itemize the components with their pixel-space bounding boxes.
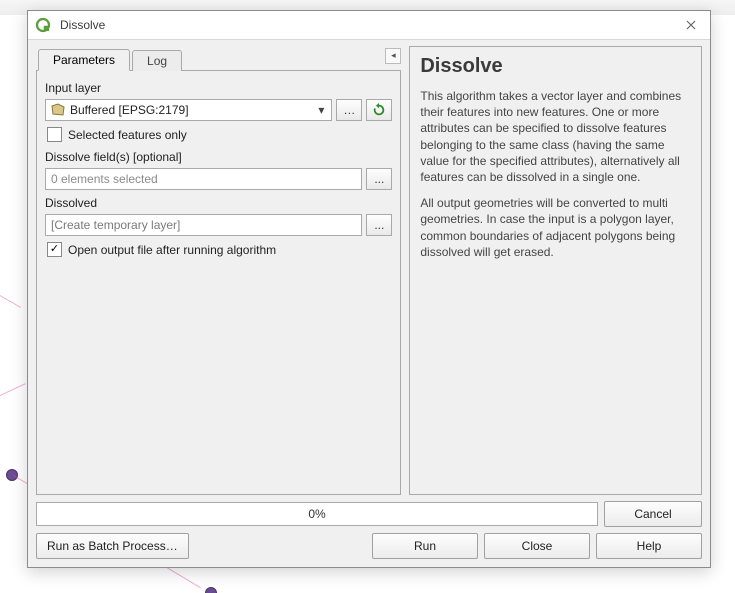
run-button[interactable]: Run: [372, 533, 478, 559]
window-title: Dissolve: [60, 18, 678, 32]
selected-features-only-row[interactable]: Selected features only: [45, 125, 392, 144]
input-layer-combo[interactable]: Buffered [EPSG:2179] ▾: [45, 99, 332, 121]
selected-features-only-label: Selected features only: [68, 128, 187, 142]
bg-line: [0, 383, 26, 396]
dissolve-fields-browse-button[interactable]: ...: [366, 168, 392, 190]
tab-log[interactable]: Log: [132, 50, 182, 71]
open-output-label: Open output file after running algorithm: [68, 243, 276, 257]
open-output-checkbox[interactable]: [47, 242, 62, 257]
left-panel: Parameters Log ◂ Input layer B: [36, 46, 401, 495]
dissolve-fields-label: Dissolve field(s) [optional]: [45, 150, 392, 164]
qgis-icon: [34, 16, 52, 34]
help-paragraph-2: All output geometries will be converted …: [420, 195, 691, 260]
input-layer-label: Input layer: [45, 81, 392, 95]
chevron-down-icon: ▾: [313, 103, 329, 117]
titlebar: Dissolve: [28, 11, 710, 40]
close-icon[interactable]: [678, 15, 704, 35]
open-output-row[interactable]: Open output file after running algorithm: [45, 240, 392, 259]
tab-strip: Parameters Log ◂: [36, 46, 401, 70]
progress-row: 0% Cancel: [36, 501, 702, 527]
dissolve-fields-text: 0 elements selected: [51, 172, 158, 186]
help-button[interactable]: Help: [596, 533, 702, 559]
polygon-layer-icon: [50, 103, 66, 117]
dissolve-dialog: Dissolve Parameters Log ◂ Input layer: [27, 10, 711, 568]
help-panel: Dissolve This algorithm takes a vector l…: [409, 46, 702, 495]
tab-parameters[interactable]: Parameters: [38, 49, 130, 71]
bg-point: [205, 587, 217, 593]
iterate-button[interactable]: [366, 99, 392, 121]
input-layer-options-button[interactable]: …: [336, 99, 362, 121]
dissolved-output-text: [Create temporary layer]: [51, 218, 180, 232]
parameters-body: Input layer Buffered [EPSG:2179] ▾ …: [36, 70, 401, 495]
help-paragraph-1: This algorithm takes a vector layer and …: [420, 88, 691, 185]
button-row: Run as Batch Process… Run Close Help: [36, 533, 702, 559]
dissolved-output-browse-button[interactable]: ...: [366, 214, 392, 236]
input-layer-value: Buffered [EPSG:2179]: [70, 103, 313, 117]
split-pane: Parameters Log ◂ Input layer B: [36, 46, 702, 495]
progress-bar: 0%: [36, 502, 598, 526]
selected-features-only-checkbox[interactable]: [47, 127, 62, 142]
collapse-help-icon[interactable]: ◂: [385, 48, 401, 64]
dissolve-fields-value[interactable]: 0 elements selected: [45, 168, 362, 190]
dialog-content: Parameters Log ◂ Input layer B: [28, 40, 710, 567]
dissolved-output-field[interactable]: [Create temporary layer]: [45, 214, 362, 236]
progress-text: 0%: [308, 507, 325, 521]
cancel-button[interactable]: Cancel: [604, 501, 702, 527]
help-title: Dissolve: [420, 55, 691, 78]
dissolved-output-label: Dissolved: [45, 196, 392, 210]
bg-line: [0, 295, 21, 308]
close-button[interactable]: Close: [484, 533, 590, 559]
run-as-batch-button[interactable]: Run as Batch Process…: [36, 533, 189, 559]
